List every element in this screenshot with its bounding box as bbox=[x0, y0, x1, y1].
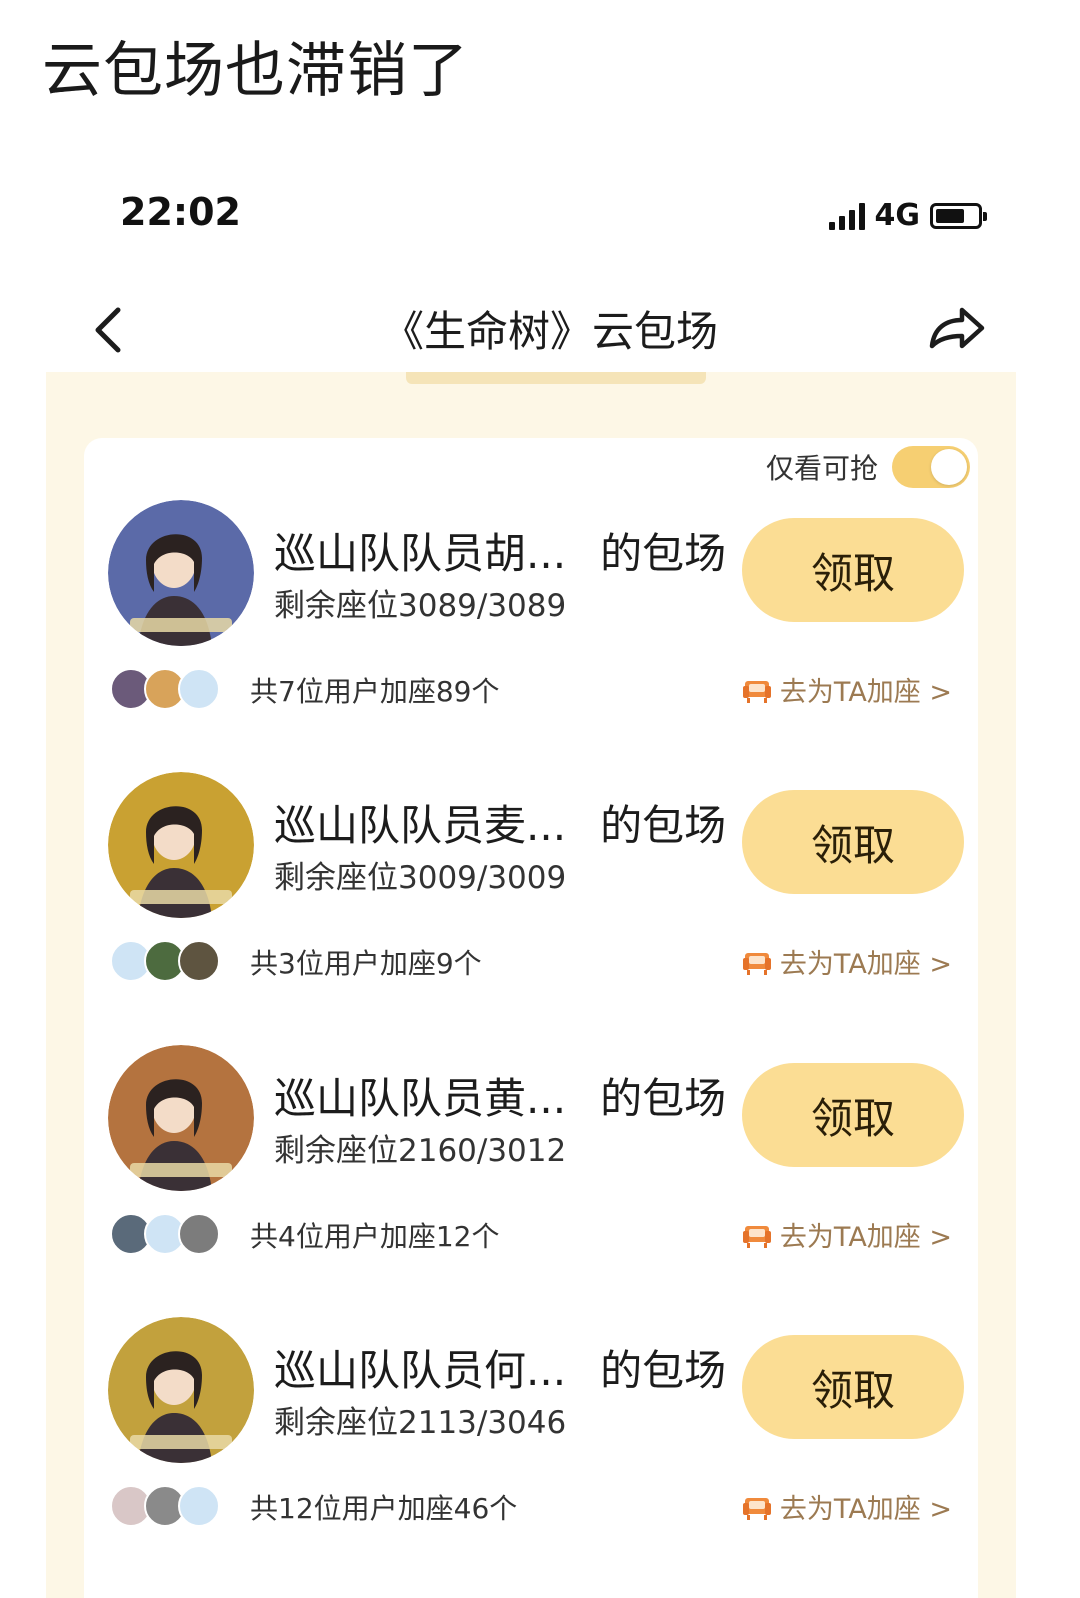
user-avatars bbox=[110, 1213, 220, 1255]
remaining-seats: 剩余座位2160/3012 bbox=[274, 1133, 567, 1169]
status-bar: 22:02 4G bbox=[0, 190, 1080, 250]
item-title-suffix: 的包场 bbox=[600, 1074, 727, 1123]
remaining-seats: 剩余座位3009/3009 bbox=[274, 860, 567, 896]
battery-icon bbox=[930, 202, 987, 229]
sofa-icon bbox=[742, 948, 772, 976]
avatar bbox=[178, 1485, 220, 1527]
remaining-seats: 剩余座位3089/3089 bbox=[274, 588, 567, 624]
sofa-icon bbox=[742, 676, 772, 704]
avatar bbox=[178, 1213, 220, 1255]
filter-row: 仅看可抢 bbox=[766, 446, 970, 488]
joined-users-text: 共4位用户加座12个 bbox=[250, 1220, 500, 1253]
add-seat-link[interactable]: 去为TA加座 > bbox=[742, 942, 952, 981]
claim-button[interactable]: 领取 bbox=[742, 518, 964, 622]
poster-avatar[interactable] bbox=[108, 500, 254, 646]
user-avatars bbox=[110, 940, 220, 982]
item-title-suffix: 的包场 bbox=[600, 801, 727, 850]
claim-button[interactable]: 领取 bbox=[742, 1335, 964, 1439]
status-indicators: 4G bbox=[828, 198, 987, 233]
list-item: 巡山队队员黄... 的包场 剩余座位2160/3012 领取 共4位用户加座12个… bbox=[108, 1045, 968, 1295]
sofa-icon bbox=[742, 1221, 772, 1249]
add-seat-label: 去为TA加座 > bbox=[779, 1222, 952, 1253]
item-title-name: 巡山队队员麦... bbox=[274, 801, 567, 850]
post-caption: 云包场也滞销了 bbox=[42, 36, 469, 106]
signal-icon bbox=[828, 202, 865, 230]
list-item: 巡山队队员何... 的包场 剩余座位2113/3046 领取 共12位用户加座46… bbox=[108, 1317, 968, 1567]
item-title-suffix: 的包场 bbox=[600, 1346, 727, 1395]
page-title: 《生命树》云包场 bbox=[381, 307, 718, 356]
joined-users-text: 共12位用户加座46个 bbox=[250, 1492, 518, 1525]
claim-button[interactable]: 领取 bbox=[742, 790, 964, 894]
share-icon[interactable] bbox=[924, 298, 988, 358]
item-title: 巡山队队员何... 的包场 bbox=[274, 1337, 726, 1398]
nav-bar: 《生命树》云包场 bbox=[0, 290, 1080, 370]
avatar bbox=[178, 940, 220, 982]
add-seat-label: 去为TA加座 > bbox=[779, 1494, 952, 1525]
available-only-toggle[interactable] bbox=[892, 446, 970, 488]
avatar bbox=[178, 668, 220, 710]
list-item: 巡山队队员胡... 的包场 剩余座位3089/3089 领取 共7位用户加座89个… bbox=[108, 500, 968, 750]
item-title: 巡山队队员黄... 的包场 bbox=[274, 1065, 726, 1126]
filter-label: 仅看可抢 bbox=[765, 452, 878, 485]
section-header-strip bbox=[406, 372, 706, 384]
network-label: 4G bbox=[874, 198, 921, 233]
add-seat-link[interactable]: 去为TA加座 > bbox=[742, 1215, 952, 1254]
poster-avatar[interactable] bbox=[108, 1317, 254, 1463]
item-title: 巡山队队员胡... 的包场 bbox=[274, 520, 726, 581]
add-seat-label: 去为TA加座 > bbox=[779, 949, 952, 980]
item-title-suffix: 的包场 bbox=[600, 529, 727, 578]
user-avatars bbox=[110, 1485, 220, 1527]
status-time: 22:02 bbox=[120, 190, 241, 234]
list-item: 巡山队队员麦... 的包场 剩余座位3009/3009 领取 共3位用户加座9个 … bbox=[108, 772, 968, 1022]
claim-button[interactable]: 领取 bbox=[742, 1063, 964, 1167]
item-title-name: 巡山队队员黄... bbox=[274, 1074, 567, 1123]
add-seat-label: 去为TA加座 > bbox=[779, 677, 952, 708]
remaining-seats: 剩余座位2113/3046 bbox=[274, 1405, 567, 1441]
add-seat-link[interactable]: 去为TA加座 > bbox=[742, 1487, 952, 1526]
sofa-icon bbox=[742, 1493, 772, 1521]
item-title-name: 巡山队队员何... bbox=[274, 1346, 567, 1395]
poster-avatar[interactable] bbox=[108, 1045, 254, 1191]
poster-avatar[interactable] bbox=[108, 772, 254, 918]
add-seat-link[interactable]: 去为TA加座 > bbox=[742, 670, 952, 709]
user-avatars bbox=[110, 668, 220, 710]
item-title-name: 巡山队队员胡... bbox=[274, 529, 567, 578]
item-title: 巡山队队员麦... 的包场 bbox=[274, 792, 726, 853]
joined-users-text: 共7位用户加座89个 bbox=[250, 675, 500, 708]
joined-users-text: 共3位用户加座9个 bbox=[250, 947, 482, 980]
